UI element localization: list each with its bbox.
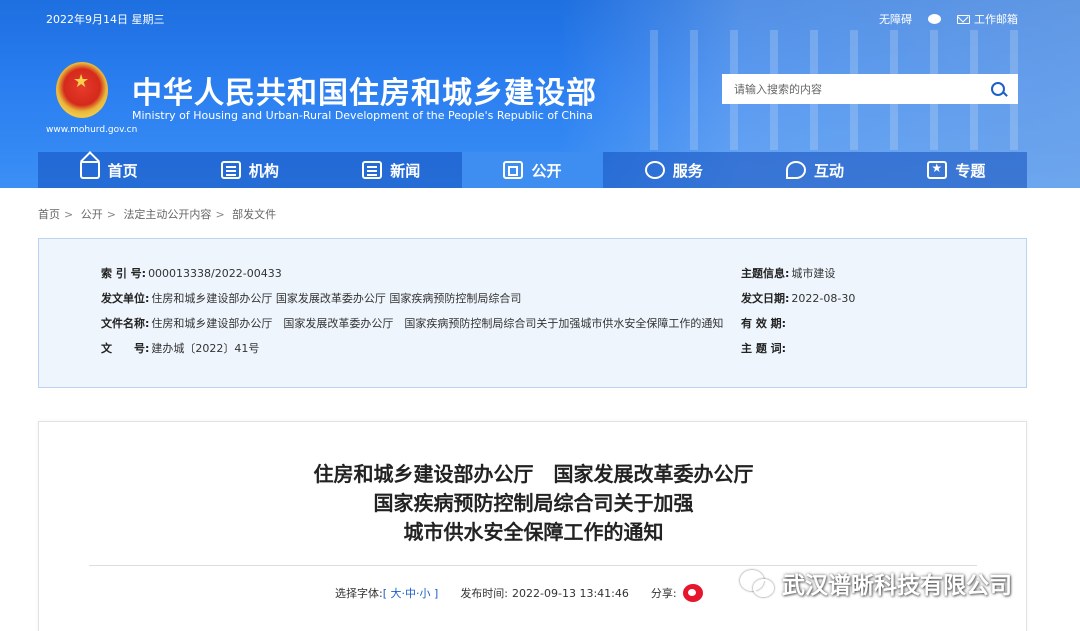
accessibility-link[interactable]: 无障碍 [879,11,912,27]
info-label: 主题信息: [741,267,790,280]
topbar-links: 无障碍 工作邮箱 [879,11,1018,27]
info-issuer: 发文单位: 住房和城乡建设部办公厅 国家发展改革委办公厅 国家疾病预防控制局综合司 [101,290,521,306]
publish-time: 2022-09-13 13:41:46 [512,586,629,600]
watermark: 武汉谱晰科技有限公司 [740,566,1012,600]
info-label: 主 题 词: [741,342,787,355]
info-label: 文件名称: [101,317,150,330]
mail-icon [957,14,970,24]
wechat-icon [740,568,774,598]
document-icon [503,161,524,179]
site-url: www.mohurd.gov.cn [46,125,138,135]
article-title-line-3: 城市供水安全保障工作的通知 [403,520,664,544]
watermark-text: 武汉谱晰科技有限公司 [782,573,1012,599]
weibo-share-icon[interactable] [682,584,703,602]
document-info-box: 索 引 号: 000013338/2022-00433 发文单位: 住房和城乡建设部… [38,238,1027,388]
nav-item-public[interactable]: 公开 [461,152,604,188]
breadcrumb: 首页 > 公开 > 法定主动公开内容 > 部发文件 [38,206,276,222]
info-label: 发文单位: [101,292,150,305]
info-value: 2022-08-30 [791,292,856,305]
publish-time-label: 发布时间: [460,587,509,600]
info-label: 有 效 期: [741,317,787,330]
font-bracket: [ [382,587,388,600]
work-mail-link[interactable]: 工作邮箱 [957,11,1018,27]
breadcrumb-statutory[interactable]: 法定主动公开内容 [123,208,211,221]
nav-label: 服务 [672,161,703,180]
nav-item-organization[interactable]: 机构 [179,152,320,188]
chat-icon [786,161,807,179]
font-select-label: 选择字体: [335,587,383,600]
nav-item-service[interactable]: 服务 [603,152,744,188]
nav-label: 首页 [107,161,138,180]
nav-item-news[interactable]: 新闻 [321,152,462,188]
info-validity: 有 效 期: [741,315,786,331]
nav-item-topic[interactable]: 专题 [886,152,1027,188]
building-icon [220,161,241,179]
info-label: 发文日期: [741,292,790,305]
search-icon[interactable] [978,74,1018,104]
search-input[interactable] [722,82,978,96]
home-icon [79,161,100,179]
font-large-button[interactable]: 大 [391,587,402,600]
nav-item-interaction[interactable]: 互动 [744,152,885,188]
share-label: 分享: [650,587,677,600]
font-size-selector: [ 大·中·小 ] [383,585,439,601]
national-emblem-icon[interactable] [56,62,108,118]
info-label: 文 号: [101,342,150,355]
info-value: 住房和城乡建设部办公厅 国家发展改革委办公厅 国家疾病预防控制局综合司 [151,292,522,305]
breadcrumb-separator: > [64,208,74,221]
breadcrumb-ministry-docs[interactable]: 部发文件 [232,208,276,221]
nav-label: 公开 [531,161,562,180]
font-small-button[interactable]: 小 [420,587,431,600]
site-title[interactable]: 中华人民共和国住房和城乡建设部 [132,68,597,112]
main-nav: 首页 机构 新闻 公开 服务 互动 专题 [38,152,1027,188]
site-subtitle: Ministry of Housing and Urban-Rural Deve… [132,109,593,122]
breadcrumb-separator: > [106,208,116,221]
info-value: 住房和城乡建设部办公厅 国家发展改革委办公厅 国家疾病预防控制局综合司关于加强城… [151,317,724,330]
info-docname: 文件名称: 住房和城乡建设部办公厅 国家发展改革委办公厅 国家疾病预防控制局综合司… [101,315,723,331]
info-index: 索 引 号: 000013338/2022-00433 [101,265,282,281]
breadcrumb-home[interactable]: 首页 [38,208,60,221]
info-value: 000013338/2022-00433 [148,267,282,280]
font-bracket: ] [434,587,439,600]
info-value: 城市建设 [791,267,836,280]
breadcrumb-separator: > [215,208,225,221]
nav-label: 机构 [248,161,279,180]
article-title-line-2: 国家疾病预防控制局综合司关于加强 [373,491,694,515]
info-date: 发文日期: 2022-08-30 [741,290,855,306]
nav-label: 专题 [955,161,986,180]
nav-label: 互动 [814,161,845,180]
info-keywords: 主 题 词: [741,340,786,356]
info-value: 建办城〔2022〕41号 [151,342,260,355]
site-header: 2022年9月14日 星期三 无障碍 工作邮箱 www.mohurd.gov.c… [0,0,1080,188]
info-label: 索 引 号: [101,267,147,280]
wechat-link[interactable] [928,14,941,24]
star-icon [927,161,948,179]
article-title-line-1: 住房和城乡建设部办公厅 国家发展改革委办公厅 [313,462,754,486]
nav-label: 新闻 [390,161,421,180]
work-mail-label: 工作邮箱 [974,13,1018,26]
font-medium-button[interactable]: 中 [405,587,416,600]
nav-item-home[interactable]: 首页 [38,152,179,188]
wechat-icon [928,14,941,24]
current-date: 2022年9月14日 星期三 [46,13,165,26]
news-icon [362,161,383,179]
service-icon [644,161,665,179]
info-subject: 主题信息: 城市建设 [741,265,835,281]
article-meta: 选择字体: [ 大·中·小 ] 发布时间: 2022-09-13 13:41:4… [335,584,703,602]
info-docno: 文 号: 建办城〔2022〕41号 [101,340,259,356]
breadcrumb-public[interactable]: 公开 [81,208,103,221]
search-box [722,74,1018,104]
